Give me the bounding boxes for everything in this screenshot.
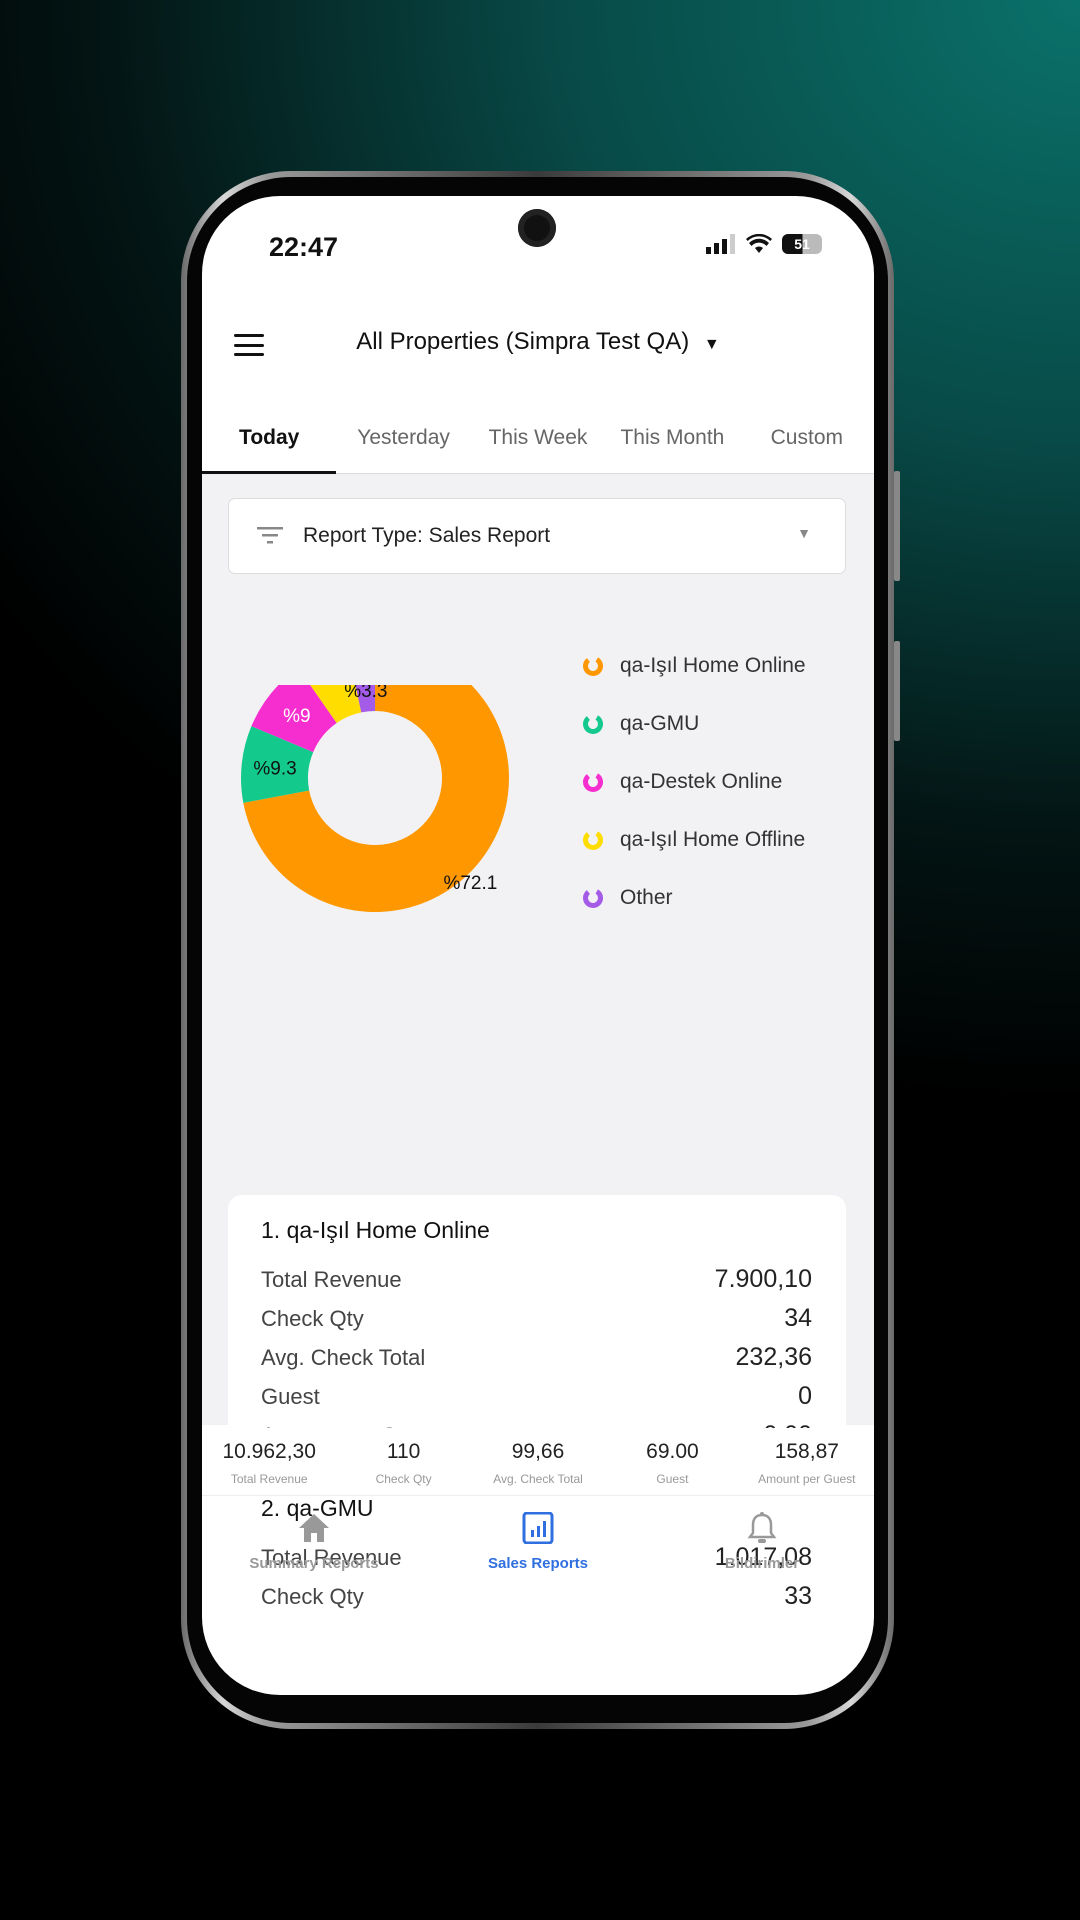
summary-label: Amount per Guest <box>758 1472 856 1486</box>
legend-label: qa-Işıl Home Online <box>620 654 806 677</box>
card-title: 1. qa-Işıl Home Online <box>261 1217 490 1243</box>
legend-label: qa-Destek Online <box>620 770 783 793</box>
table-row: Avg. Check Total 232,36 <box>261 1343 812 1372</box>
slice-label: %3.3 <box>344 685 387 702</box>
bottom-nav: Summary Reports Sales Reports Bildirimle… <box>202 1511 874 1572</box>
battery-icon: 51 <box>782 234 822 254</box>
slice-label: %72.1 <box>443 873 497 894</box>
table-row: Total Revenue 7.900,10 <box>261 1265 812 1294</box>
table-row: Guest 0 <box>261 1382 812 1411</box>
nav-sales-reports[interactable]: Sales Reports <box>426 1511 650 1572</box>
summary-value: 10.962,30 <box>222 1440 316 1463</box>
property-cards: 1. qa-Işıl Home Online Total Revenue 7.90… <box>228 1195 846 1655</box>
legend-donut-icon <box>583 714 603 734</box>
legend-label: qa-GMU <box>620 712 700 735</box>
tab-custom[interactable]: Custom <box>740 406 874 473</box>
tab-today[interactable]: Today <box>202 406 337 474</box>
app-header: All Properties (Simpra Test QA) ▼ <box>202 314 874 374</box>
camera <box>518 209 556 247</box>
caret-down-icon: ▼ <box>703 336 720 353</box>
legend-item[interactable]: qa-Işıl Home Offline <box>582 828 805 852</box>
summary-label: Guest <box>656 1472 689 1486</box>
signal-icon <box>706 234 735 254</box>
nav-label: Summary Reports <box>249 1555 379 1572</box>
legend-item[interactable]: qa-Işıl Home Online <box>582 654 806 678</box>
donut-chart: %72.1%9.3%9%6.4%3.3 <box>240 685 509 912</box>
table-row: Check Qty 34 <box>261 1304 812 1333</box>
summary-guest: 69.00 Guest <box>605 1428 739 1495</box>
legend-donut-icon <box>583 888 603 908</box>
status-icons: 51 <box>706 234 822 254</box>
legend-donut-icon <box>583 772 603 792</box>
property-selector[interactable]: All Properties (Simpra Test QA) ▼ <box>202 328 874 356</box>
summary-value: 69.00 <box>646 1440 699 1463</box>
summary-value: 99,66 <box>511 1440 565 1463</box>
legend-item[interactable]: Other <box>582 886 673 910</box>
summary-total-revenue: 10.962,30 Total Revenue <box>202 1428 336 1495</box>
summary-value: 158,87 <box>774 1440 839 1463</box>
tab-this-week[interactable]: This Week <box>471 406 605 473</box>
nav-label: Sales Reports <box>487 1555 589 1572</box>
table-row: Check Qty 33 <box>261 1582 812 1611</box>
summary-label: Total Revenue <box>230 1472 308 1486</box>
date-tabs: Today Yesterday This Week This Month Cus… <box>202 406 874 474</box>
legend-donut-icon <box>583 656 603 676</box>
page-title: All Properties (Simpra Test QA) <box>356 328 690 355</box>
summary-bar: 10.962,30 Total Revenue 110 Check Qty 99,6… <box>202 1428 874 1496</box>
row-value: 33 <box>784 1582 812 1610</box>
row-value: 0 <box>798 1382 812 1410</box>
row-value: 232,36 <box>735 1343 812 1371</box>
app-screen: 22:47 51 All Properties (Simpra Test QA)… <box>202 196 874 1695</box>
row-label: Check Qty <box>261 1584 364 1609</box>
legend-item[interactable]: qa-GMU <box>582 712 699 736</box>
nav-label: Bildirimler <box>724 1555 800 1572</box>
filter-icon <box>257 527 283 544</box>
summary-amount-per-guest: 158,87 Amount per Guest <box>740 1428 874 1495</box>
row-value: 7.900,10 <box>714 1265 812 1293</box>
row-label: Check Qty <box>261 1306 364 1331</box>
summary-avg-check: 99,66 Avg. Check Total <box>471 1428 605 1495</box>
report-type-label: Report Type: Sales Report <box>303 524 551 547</box>
bar-chart-icon <box>522 1511 554 1545</box>
summary-label: Check Qty <box>375 1472 432 1486</box>
volume-button <box>894 471 900 581</box>
row-label: Avg. Check Total <box>261 1345 426 1370</box>
nav-summary-reports[interactable]: Summary Reports <box>202 1512 426 1572</box>
power-button <box>894 641 900 741</box>
report-type-dropdown[interactable]: Report Type: Sales Report ▼ <box>228 498 846 574</box>
home-icon <box>299 1514 329 1542</box>
status-time: 22:47 <box>269 232 339 262</box>
legend-donut-icon <box>583 830 603 850</box>
nav-bildirimler[interactable]: Bildirimler <box>650 1512 874 1572</box>
summary-label: Avg. Check Total <box>493 1472 583 1486</box>
row-value: 34 <box>784 1304 812 1332</box>
row-label: Total Revenue <box>261 1267 402 1292</box>
legend-item[interactable]: qa-Destek Online <box>582 770 782 794</box>
chevron-down-icon: ▼ <box>797 525 811 541</box>
wifi-icon <box>746 234 772 253</box>
tab-yesterday[interactable]: Yesterday <box>336 406 470 473</box>
slice-label: %9 <box>283 706 310 727</box>
legend-label: Other <box>620 886 673 909</box>
row-label: Guest <box>261 1384 320 1409</box>
legend-label: qa-Işıl Home Offline <box>620 828 806 851</box>
summary-value: 110 <box>386 1440 421 1463</box>
summary-check-qty: 110 Check Qty <box>336 1428 470 1495</box>
slice-label: %9.3 <box>253 758 296 779</box>
report-content: Report Type: Sales Report ▼ %72.1 %9.3 %9%… <box>202 475 874 1655</box>
tab-this-month[interactable]: This Month <box>605 406 739 473</box>
bell-icon <box>747 1512 777 1543</box>
battery-level: 51 <box>794 236 810 252</box>
